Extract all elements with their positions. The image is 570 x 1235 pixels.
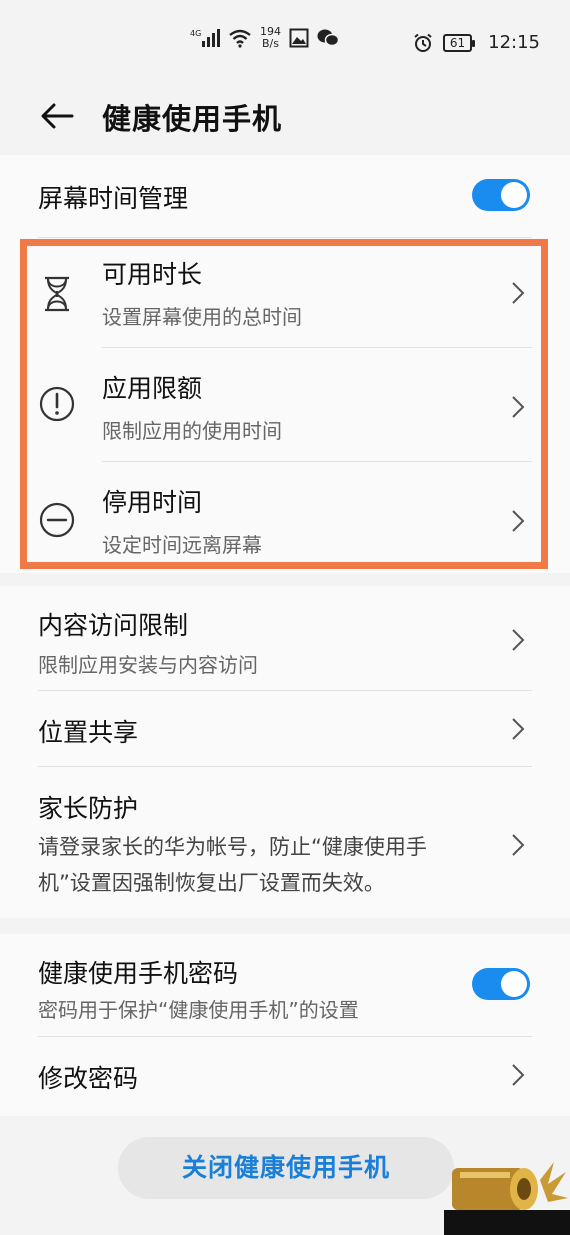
chevron-right-icon xyxy=(512,1064,525,1086)
wifi-icon xyxy=(229,29,251,48)
content-restriction-row[interactable]: 内容访问限制 限制应用安装与内容访问 xyxy=(0,586,570,690)
content-restriction-title: 内容访问限制 xyxy=(38,611,189,640)
network-speed: 194 B/s xyxy=(260,26,281,50)
parental-protection-row[interactable]: 家长防护 请登录家长的华为帐号，防止“健康使用手 机”设置因强制恢复出厂设置而失… xyxy=(0,767,570,917)
signal-icon: 4G xyxy=(190,29,220,47)
status-right: 61 12:15 xyxy=(413,32,540,53)
status-left: 4G 194 B/s xyxy=(190,26,339,50)
app-header: 健康使用手机 xyxy=(0,86,570,146)
location-share-title: 位置共享 xyxy=(38,718,139,747)
restrictions-section: 内容访问限制 限制应用安装与内容访问 位置共享 家长防护 请登录家长的华为帐号，… xyxy=(0,586,570,918)
trophy-sticker-icon xyxy=(444,1162,570,1235)
status-bar: 4G 194 B/s 61 12:15 xyxy=(0,0,570,86)
password-title: 健康使用手机密码 xyxy=(38,959,239,988)
wechat-icon xyxy=(317,29,339,47)
battery-indicator: 61 xyxy=(442,33,476,52)
parental-title: 家长防护 xyxy=(38,794,139,823)
parental-subtitle-line2: 机”设置因强制恢复出厂设置而失效。 xyxy=(38,871,385,895)
change-password-title: 修改密码 xyxy=(38,1064,139,1093)
password-toggle[interactable] xyxy=(472,968,530,1000)
highlight-frame xyxy=(20,239,548,569)
screen-time-label: 屏幕时间管理 xyxy=(38,184,189,213)
parental-subtitle-line1: 请登录家长的华为帐号，防止“健康使用手 xyxy=(38,835,427,859)
screen-time-row[interactable]: 屏幕时间管理 xyxy=(0,155,570,237)
password-subtitle: 密码用于保护“健康使用手机”的设置 xyxy=(38,998,359,1022)
back-arrow-icon[interactable] xyxy=(38,96,78,136)
chevron-right-icon xyxy=(512,834,525,856)
chevron-right-icon xyxy=(512,718,525,740)
divider xyxy=(38,237,532,238)
network-label: 4G xyxy=(190,29,201,38)
change-password-row[interactable]: 修改密码 xyxy=(0,1037,570,1115)
screen-time-toggle[interactable] xyxy=(472,179,530,211)
chevron-right-icon xyxy=(512,629,525,651)
image-notification-icon xyxy=(289,28,309,48)
content-restriction-subtitle: 限制应用安装与内容访问 xyxy=(38,653,258,677)
password-row[interactable]: 健康使用手机密码 密码用于保护“健康使用手机”的设置 xyxy=(0,934,570,1036)
page-title: 健康使用手机 xyxy=(102,102,283,136)
clock: 12:15 xyxy=(488,32,540,53)
password-section: 健康使用手机密码 密码用于保护“健康使用手机”的设置 修改密码 xyxy=(0,934,570,1116)
close-health-button[interactable]: 关闭健康使用手机 xyxy=(118,1137,454,1199)
alarm-icon xyxy=(414,33,432,52)
location-share-row[interactable]: 位置共享 xyxy=(0,691,570,767)
speed-unit: B/s xyxy=(262,37,279,50)
